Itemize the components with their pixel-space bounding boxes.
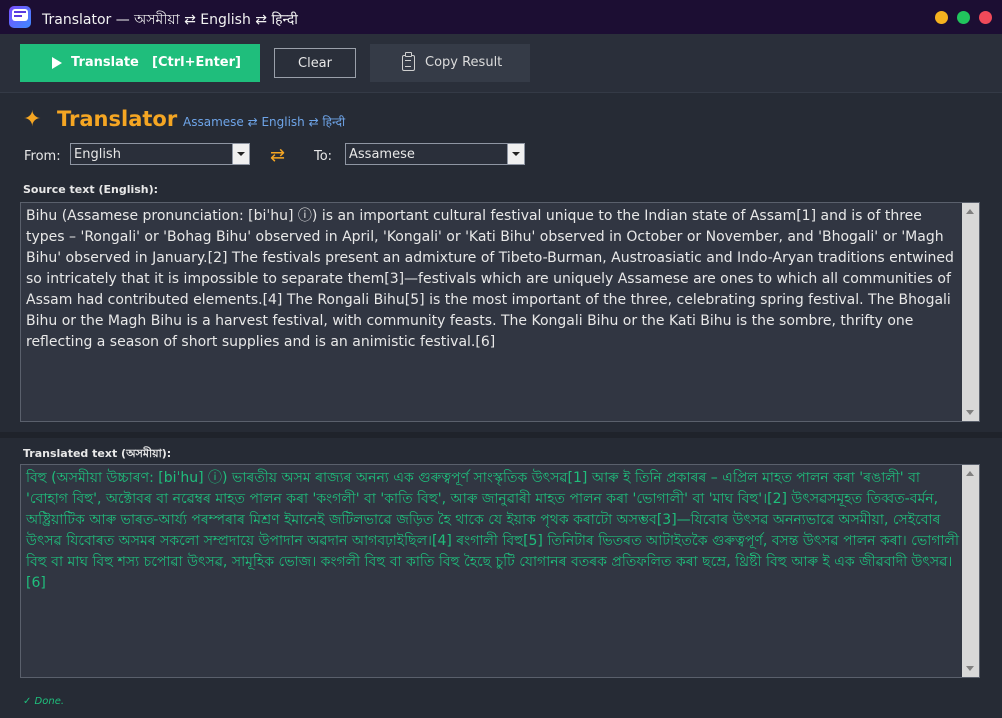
maximize-icon[interactable] xyxy=(957,11,970,24)
to-language-value: Assamese xyxy=(349,147,415,162)
scroll-up-icon[interactable] xyxy=(966,471,974,476)
translate-label: Translate xyxy=(71,55,139,70)
swap-languages-icon[interactable]: ⇄ xyxy=(270,145,285,166)
source-text: Bihu (Assamese pronunciation: [biˈhu] ⓘ)… xyxy=(26,208,954,350)
play-icon xyxy=(52,57,62,69)
scroll-down-icon[interactable] xyxy=(966,666,974,671)
translate-shortcut: [Ctrl+Enter] xyxy=(152,55,241,70)
sparkle-icon: ✦ xyxy=(23,107,42,132)
translated-scrollbar[interactable] xyxy=(962,465,979,677)
app-translator-icon xyxy=(9,6,31,28)
copy-result-label: Copy Result xyxy=(425,55,503,70)
title-bar: Translator — অসমীয়া ⇄ English ⇄ हिन्दी xyxy=(0,0,1002,34)
to-language-select[interactable]: Assamese xyxy=(345,143,525,165)
chevron-down-icon[interactable] xyxy=(232,144,249,164)
language-chain: Assamese ⇄ English ⇄ हिन्दी xyxy=(183,115,346,129)
source-text-label: Source text (English): xyxy=(23,183,159,196)
source-scrollbar[interactable] xyxy=(962,203,979,421)
close-icon[interactable] xyxy=(979,11,992,24)
section-divider xyxy=(0,432,1002,438)
to-label: To: xyxy=(314,149,333,164)
minimize-icon[interactable] xyxy=(935,11,948,24)
source-text-area[interactable]: Bihu (Assamese pronunciation: [biˈhu] ⓘ)… xyxy=(20,202,980,422)
clipboard-icon xyxy=(402,52,415,71)
translated-text-area[interactable]: বিহু (অসমীয়া উচ্চাৰণ: [biˈhu] ⓘ) ভাৰতীয… xyxy=(20,464,980,678)
from-language-value: English xyxy=(74,147,121,162)
translated-text-label: Translated text (অসমীয়া): xyxy=(23,447,172,460)
from-label: From: xyxy=(24,149,61,164)
scroll-down-icon[interactable] xyxy=(966,410,974,415)
copy-result-button[interactable]: Copy Result xyxy=(370,44,530,82)
translated-text: বিহু (অসমীয়া উচ্চাৰণ: [biˈhu] ⓘ) ভাৰতীয… xyxy=(26,470,959,591)
from-language-select[interactable]: English xyxy=(70,143,250,165)
window-title: Translator — অসমীয়া ⇄ English ⇄ हिन्दी xyxy=(42,12,298,28)
chevron-down-icon[interactable] xyxy=(507,144,524,164)
scroll-up-icon[interactable] xyxy=(966,209,974,214)
clear-button[interactable]: Clear xyxy=(274,48,356,78)
status-text: ✓ Done. xyxy=(23,696,65,707)
translate-button[interactable]: Translate [Ctrl+Enter] xyxy=(20,44,260,82)
app-heading: Translator xyxy=(57,107,178,131)
